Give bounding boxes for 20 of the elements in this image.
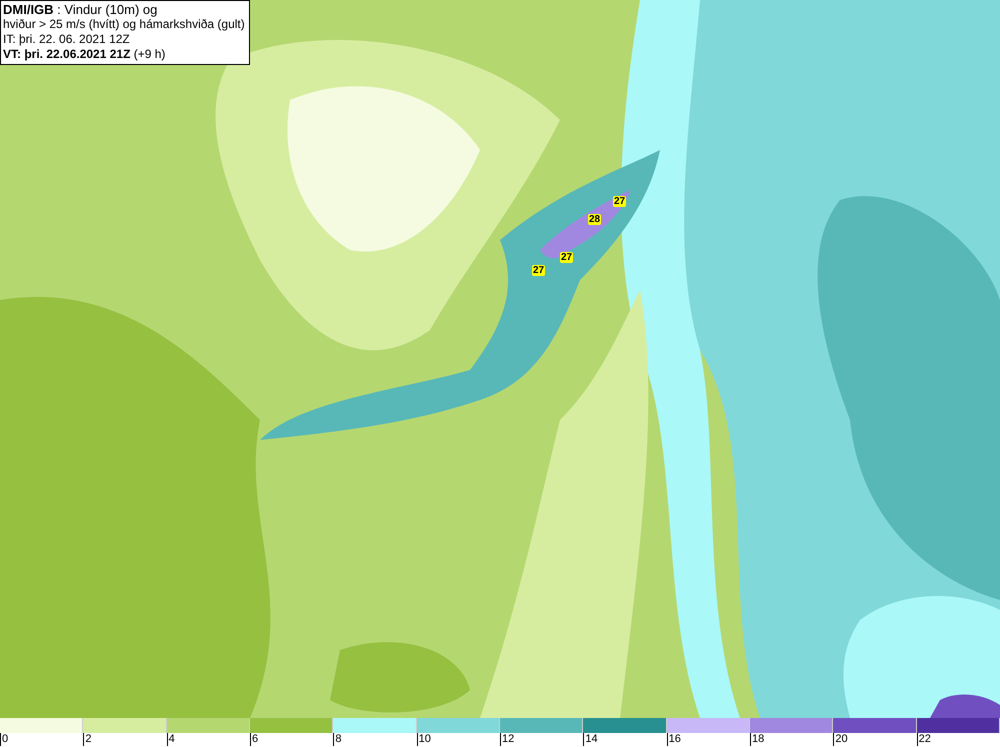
title-text: hviður > 25 m/s (hvítt) og hámarkshviða (gult) — [3, 17, 245, 32]
legend-label: 4 — [166, 733, 175, 746]
gust-label: 27 — [560, 252, 574, 263]
title-text: IT: þri. 22. 06. 2021 12Z — [3, 32, 131, 47]
legend-label: 0 — [0, 733, 8, 746]
legend-label: 10 — [416, 733, 431, 746]
gust-label: 27 — [532, 265, 546, 276]
legend-label: 18 — [750, 733, 764, 746]
title-text: DMI/IGB : Vindur (10m) og — [3, 2, 158, 17]
legend-label: 22 — [916, 733, 931, 746]
legend-label: 20 — [833, 733, 848, 746]
legend-label: 14 — [583, 733, 598, 746]
title-text: VT: þri. 22.06.2021 21Z (+9 h) — [3, 47, 166, 62]
legend-label: 6 — [250, 733, 258, 746]
legend-label: 16 — [666, 733, 681, 746]
legend-label: 8 — [333, 733, 342, 746]
legend-label: 2 — [83, 733, 92, 746]
gust-label: 27 — [613, 196, 626, 207]
gust-label: 28 — [588, 214, 602, 225]
legend-label: 12 — [500, 733, 514, 746]
